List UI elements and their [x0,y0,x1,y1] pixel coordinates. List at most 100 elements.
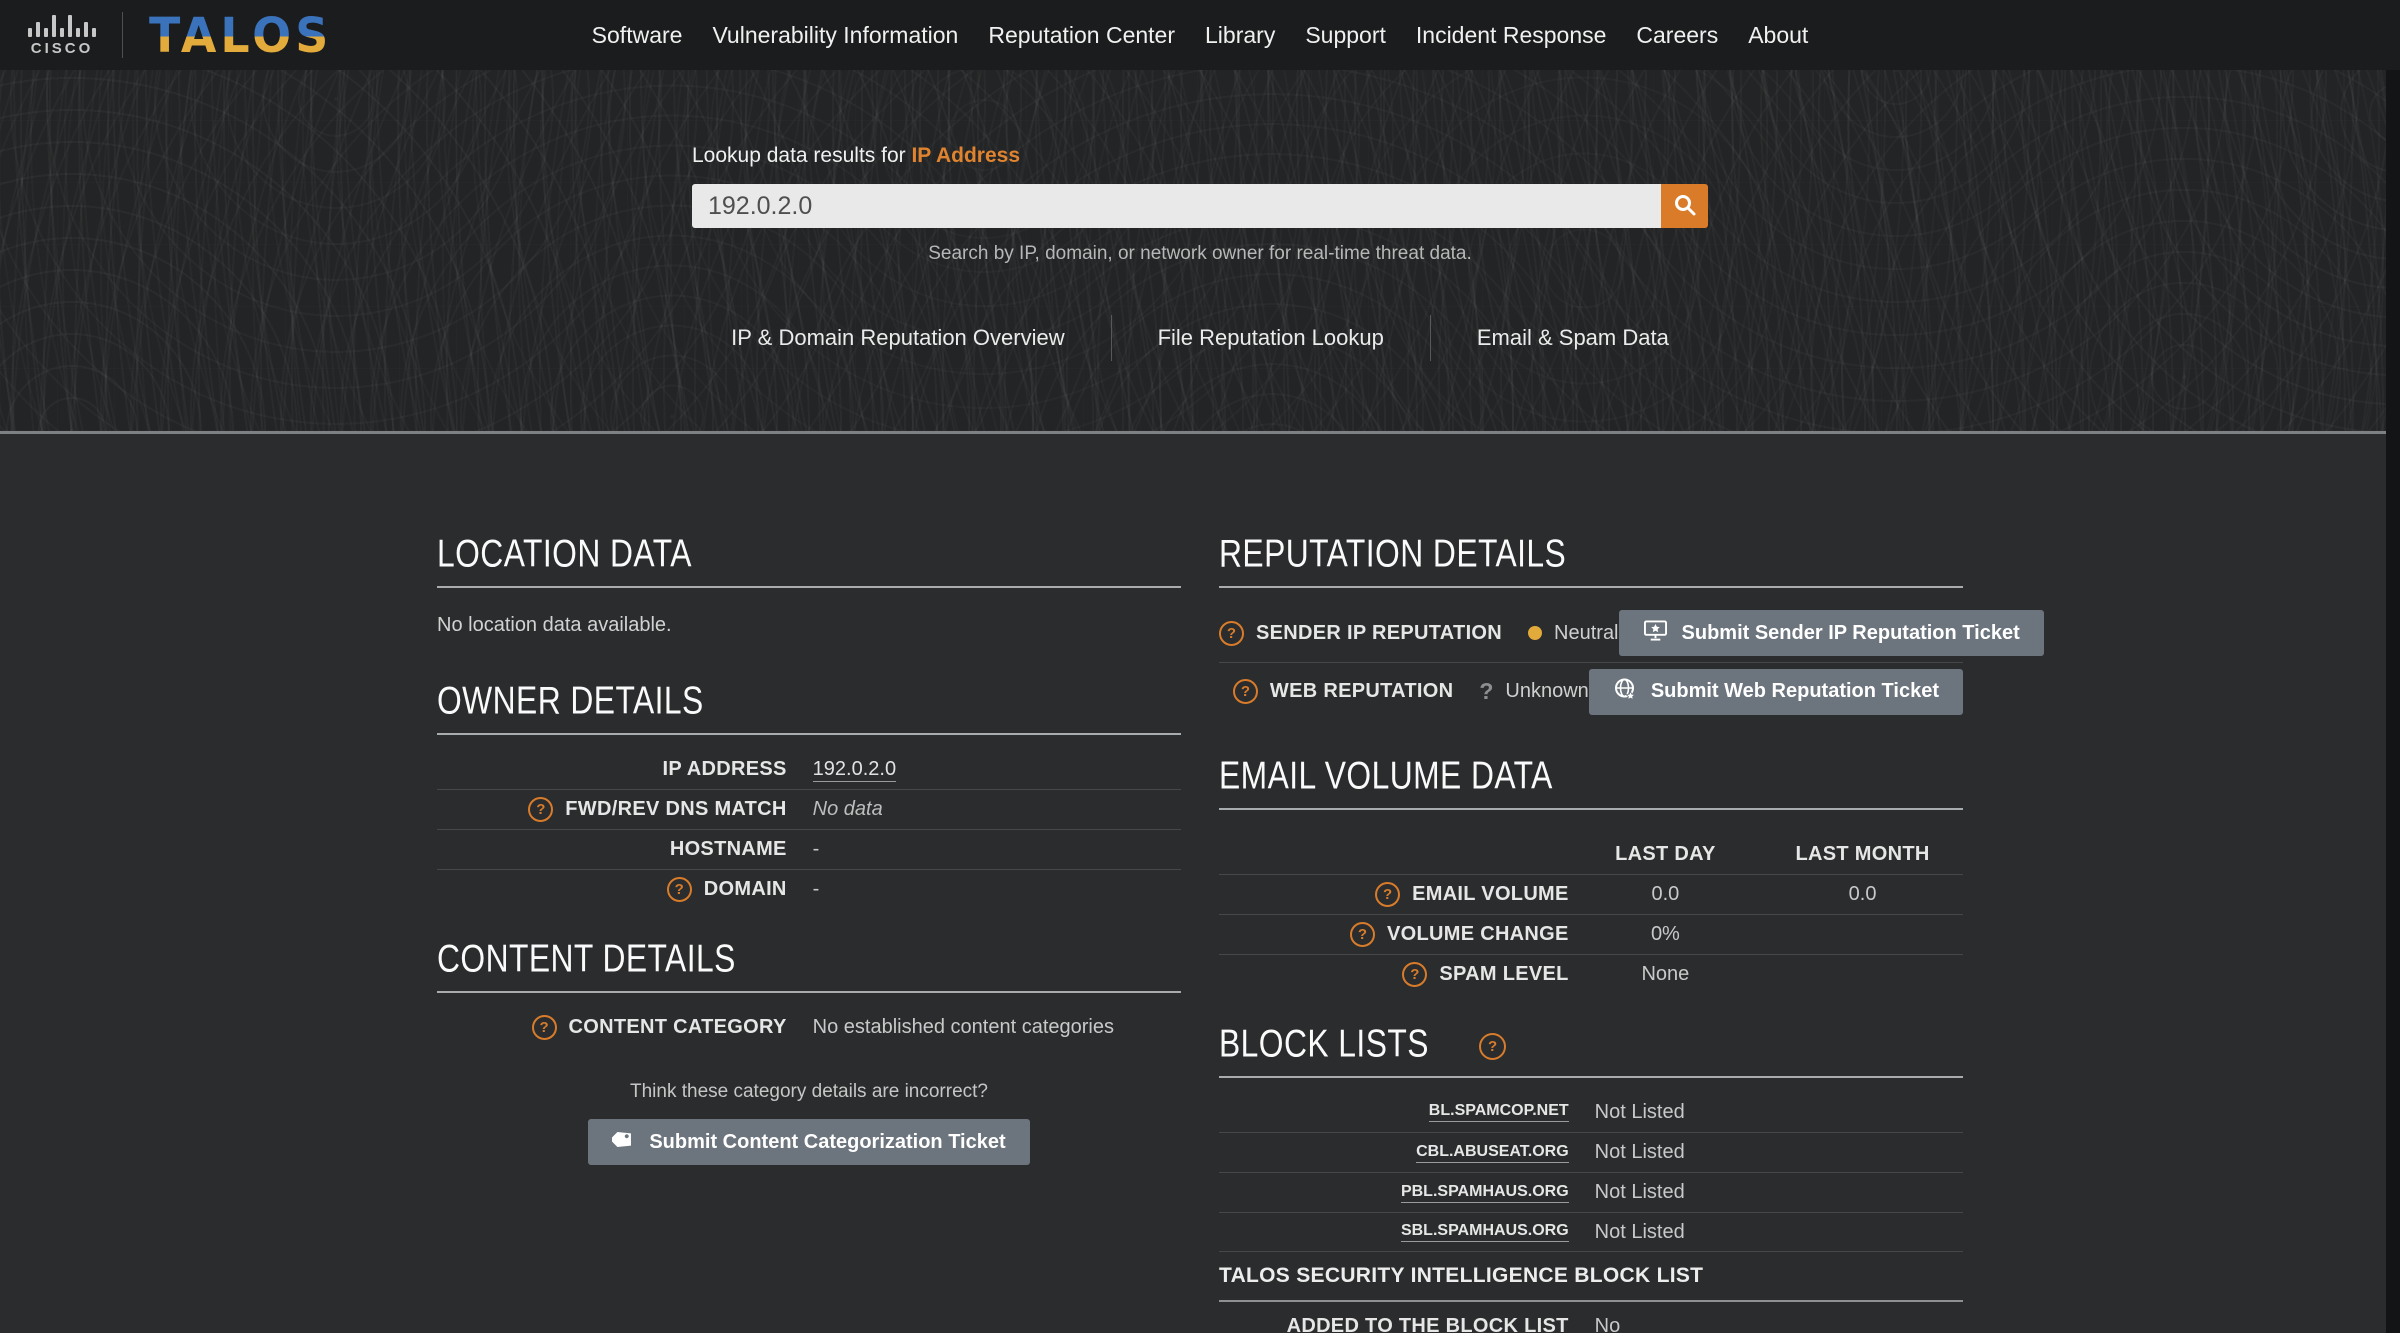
submit-content-categorization-button[interactable]: Submit Content Categorization Ticket [588,1119,1030,1165]
table-row: ? VOLUME CHANGE 0% [1219,914,1963,954]
nav-item-incident-response[interactable]: Incident Response [1401,22,1622,49]
help-icon[interactable]: ? [531,1014,557,1040]
search-label-type: IP Address [911,144,1021,167]
search-block: Lookup data results for IP Address Searc… [692,70,1708,265]
nav-item-vulnerability-information[interactable]: Vulnerability Information [697,22,973,49]
cisco-bars-icon [28,13,96,37]
talos-reputation-page: CISCO TALOS Software Vulnerability Infor… [0,0,2400,1333]
sbl-spamhaus-link[interactable]: SBL.SPAMHAUS.ORG [1400,1222,1569,1242]
tag-icon [610,1128,635,1157]
table-row: IP ADDRESS 192.0.2.0 [437,749,1181,789]
location-data-section: LOCATION DATA No location data available… [437,531,1181,637]
cisco-wordmark: CISCO [30,40,94,57]
table-row: CBL.ABUSEAT.ORG Not Listed [1219,1132,1963,1172]
nav-item-support[interactable]: Support [1290,22,1401,49]
help-icon[interactable]: ? [1375,882,1401,907]
search-bar [692,184,1708,228]
email-volume-last-month: 0.0 [1848,883,1877,905]
table-row: ? EMAIL VOLUME 0.0 0.0 [1219,874,1963,914]
tab-ip-domain-reputation-overview[interactable]: IP & Domain Reputation Overview [685,325,1110,351]
reputation-details-title: REPUTATION DETAILS [1219,531,1567,575]
fwd-rev-dns-match-value: No data [812,798,883,820]
hostname-label: HOSTNAME [669,838,787,860]
brand-logo[interactable]: CISCO TALOS [28,0,329,70]
cbl-abuseat-link[interactable]: CBL.ABUSEAT.ORG [1416,1143,1569,1163]
added-to-block-list-value: No [1594,1314,1621,1333]
content-category-value: No established content categories [812,1015,1114,1038]
nav-item-about[interactable]: About [1733,22,1823,49]
location-data-title: LOCATION DATA [437,531,692,575]
help-icon[interactable]: ? [1479,1033,1507,1060]
tab-file-reputation-lookup[interactable]: File Reputation Lookup [1112,325,1430,351]
domain-label: DOMAIN [703,878,787,900]
help-icon[interactable]: ? [1232,679,1258,704]
table-row: PBL.SPAMHAUS.ORG Not Listed [1219,1172,1963,1212]
content-details-section: CONTENT DETAILS ? CONTENT CATEGORY No es… [437,936,1181,1165]
cbl-abuseat-status: Not Listed [1594,1141,1685,1163]
email-volume-label: EMAIL VOLUME [1412,883,1569,905]
fwd-rev-dns-match-label: FWD/REV DNS MATCH [565,798,787,820]
email-volume-data-title: EMAIL VOLUME DATA [1219,753,1553,797]
nav-item-library[interactable]: Library [1190,22,1290,49]
talos-security-intelligence-block: TALOS SECURITY INTELLIGENCE BLOCK LIST A… [1219,1264,1963,1333]
location-empty-text: No location data available. [437,614,672,636]
submit-sender-ip-reputation-ticket-button[interactable]: Submit Sender IP Reputation Ticket [1618,610,2044,656]
spam-level-label: SPAM LEVEL [1439,963,1569,985]
sbl-spamhaus-status: Not Listed [1594,1220,1685,1243]
pbl-spamhaus-link[interactable]: PBL.SPAMHAUS.ORG [1400,1183,1569,1203]
last-month-column-header: LAST MONTH [1795,842,1930,865]
nav-item-software[interactable]: Software [577,22,698,49]
help-icon[interactable]: ? [1219,620,1244,646]
search-helper-text: Search by IP, domain, or network owner f… [928,243,1472,264]
table-row: SBL.SPAMHAUS.ORG Not Listed [1219,1212,1963,1252]
help-icon[interactable]: ? [666,877,692,902]
web-reputation-label: WEB REPUTATION [1269,680,1454,702]
email-volume-last-day: 0.0 [1651,883,1680,905]
bl-spamcop-link[interactable]: BL.SPAMCOP.NET [1428,1102,1569,1122]
content-details-title: CONTENT DETAILS [437,936,736,980]
submit-web-reputation-ticket-button[interactable]: Submit Web Reputation Ticket [1588,668,1963,715]
top-nav: CISCO TALOS Software Vulnerability Infor… [0,0,2400,70]
search-input[interactable] [692,184,1661,228]
block-lists-title: BLOCK LISTS [1219,1021,1429,1065]
nav-menu: Software Vulnerability Information Reput… [577,22,1824,49]
monitor-star-icon [1643,619,1668,648]
nav-item-reputation-center[interactable]: Reputation Center [973,22,1190,49]
domain-value: - [812,878,820,900]
help-icon[interactable]: ? [528,797,554,822]
table-row: ADDED TO THE BLOCK LIST No [1219,1306,1963,1333]
talos-wordmark: TALOS [149,6,333,64]
hostname-value: - [812,838,820,860]
last-day-column-header: LAST DAY [1615,842,1716,865]
search-button[interactable] [1661,184,1708,228]
search-icon [1672,192,1698,221]
volume-change-label: VOLUME CHANGE [1386,923,1569,945]
table-row: HOSTNAME - [437,829,1181,869]
tab-email-spam-data[interactable]: Email & Spam Data [1431,325,1715,351]
category-incorrect-prompt: Think these category details are incorre… [629,1081,988,1102]
owner-details-section: OWNER DETAILS IP ADDRESS 192.0.2.0 ? FWD… [437,679,1181,909]
help-icon[interactable]: ? [1349,922,1375,947]
search-label: Lookup data results for IP Address [692,144,1708,168]
hero-tabs: IP & Domain Reputation Overview File Rep… [0,315,2400,361]
email-table-header-row: LAST DAY LAST MONTH [1219,834,1963,874]
help-icon[interactable]: ? [1402,962,1428,987]
table-row: ? CONTENT CATEGORY No established conten… [437,1007,1181,1047]
main-content: LOCATION DATA No location data available… [0,434,2400,1333]
ip-address-link[interactable]: 192.0.2.0 [812,757,897,782]
submit-web-reputation-label: Submit Web Reputation Ticket [1650,680,1939,702]
ip-address-label: IP ADDRESS [662,757,787,780]
hero-search-section: Lookup data results for IP Address Searc… [0,70,2400,434]
nav-item-careers[interactable]: Careers [1621,22,1733,49]
spam-level-last-day: None [1641,963,1690,985]
volume-change-last-day: 0% [1650,923,1680,945]
page-scrollbar[interactable] [2386,70,2400,1333]
left-column: LOCATION DATA No location data available… [437,531,1181,1333]
added-to-block-list-label: ADDED TO THE BLOCK LIST [1286,1314,1569,1333]
brand-divider [122,12,123,58]
globe-star-icon [1613,677,1637,707]
unknown-status-icon: ? [1479,678,1494,704]
sender-ip-reputation-label: SENDER IP REPUTATION [1256,621,1503,644]
tsi-block-list-title: TALOS SECURITY INTELLIGENCE BLOCK LIST [1219,1264,1704,1287]
right-column: REPUTATION DETAILS ? SENDER IP REPUTATIO… [1219,531,2044,1333]
